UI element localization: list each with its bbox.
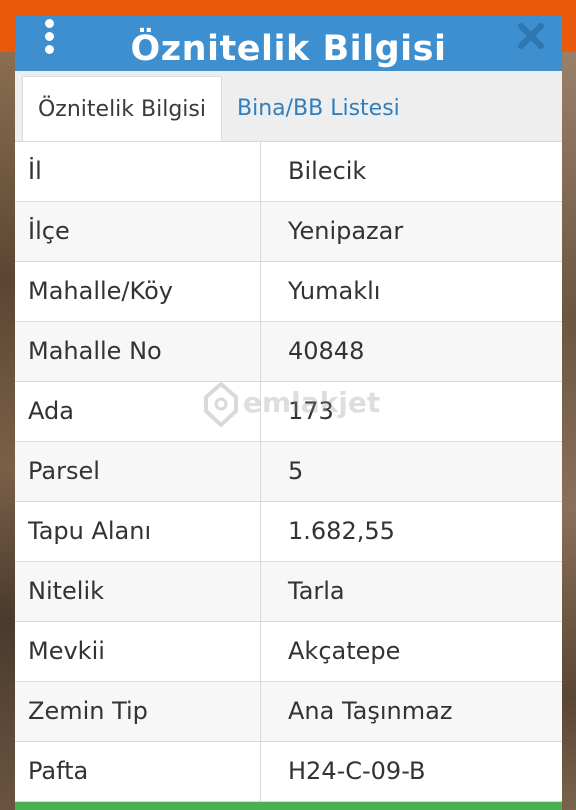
close-icon[interactable] (516, 21, 546, 51)
table-row: Pafta H24-C-09-B (15, 742, 562, 802)
row-value: 5 (288, 457, 304, 485)
tab-bar: Öznitelik Bilgisi Bina/BB Listesi (15, 71, 562, 143)
table-row: Nitelik Tarla (15, 562, 562, 622)
table-row: Mahalle/Köy Yumaklı (15, 262, 562, 322)
attribute-dialog: Öznitelik Bilgisi Öznitelik Bilgisi Bina… (15, 15, 562, 810)
footer-strip (15, 802, 562, 810)
row-value: Yenipazar (288, 217, 404, 245)
row-value: 1.682,55 (288, 517, 395, 545)
row-label: Parsel (15, 442, 261, 501)
table-row: Parsel 5 (15, 442, 562, 502)
attribute-table: İl Bilecik İlçe Yenipazar Mahalle/Köy Yu… (15, 141, 562, 802)
row-label: Zemin Tip (15, 682, 261, 741)
row-value: 40848 (288, 337, 365, 365)
row-value: Akçatepe (288, 637, 401, 665)
row-label: İl (15, 142, 261, 201)
table-row: Tapu Alanı 1.682,55 (15, 502, 562, 562)
row-value: Yumaklı (288, 277, 381, 305)
row-value: Bilecik (288, 157, 367, 185)
dialog-title: Öznitelik Bilgisi (130, 29, 447, 69)
row-value: H24-C-09-B (288, 757, 426, 785)
home-pin-icon (204, 382, 238, 427)
row-label: İlçe (15, 202, 261, 261)
table-row: Mahalle No 40848 (15, 322, 562, 382)
row-value: Tarla (288, 577, 345, 605)
row-value: Ana Taşınmaz (288, 697, 453, 725)
table-row: Zemin Tip Ana Taşınmaz (15, 682, 562, 742)
table-row: İl Bilecik (15, 142, 562, 202)
dialog-header: Öznitelik Bilgisi (15, 15, 562, 71)
row-label: Mevkii (15, 622, 261, 681)
row-label: Tapu Alanı (15, 502, 261, 561)
table-row: İlçe Yenipazar (15, 202, 562, 262)
row-label: Nitelik (15, 562, 261, 621)
row-label: Mahalle No (15, 322, 261, 381)
row-label: Pafta (15, 742, 261, 801)
tab-attribute-info[interactable]: Öznitelik Bilgisi (22, 76, 222, 143)
table-row: Mevkii Akçatepe (15, 622, 562, 682)
background-right (560, 52, 576, 810)
row-label: Mahalle/Köy (15, 262, 261, 321)
watermark-text: emlakjet (243, 386, 381, 419)
tab-building-list[interactable]: Bina/BB Listesi (237, 76, 400, 142)
